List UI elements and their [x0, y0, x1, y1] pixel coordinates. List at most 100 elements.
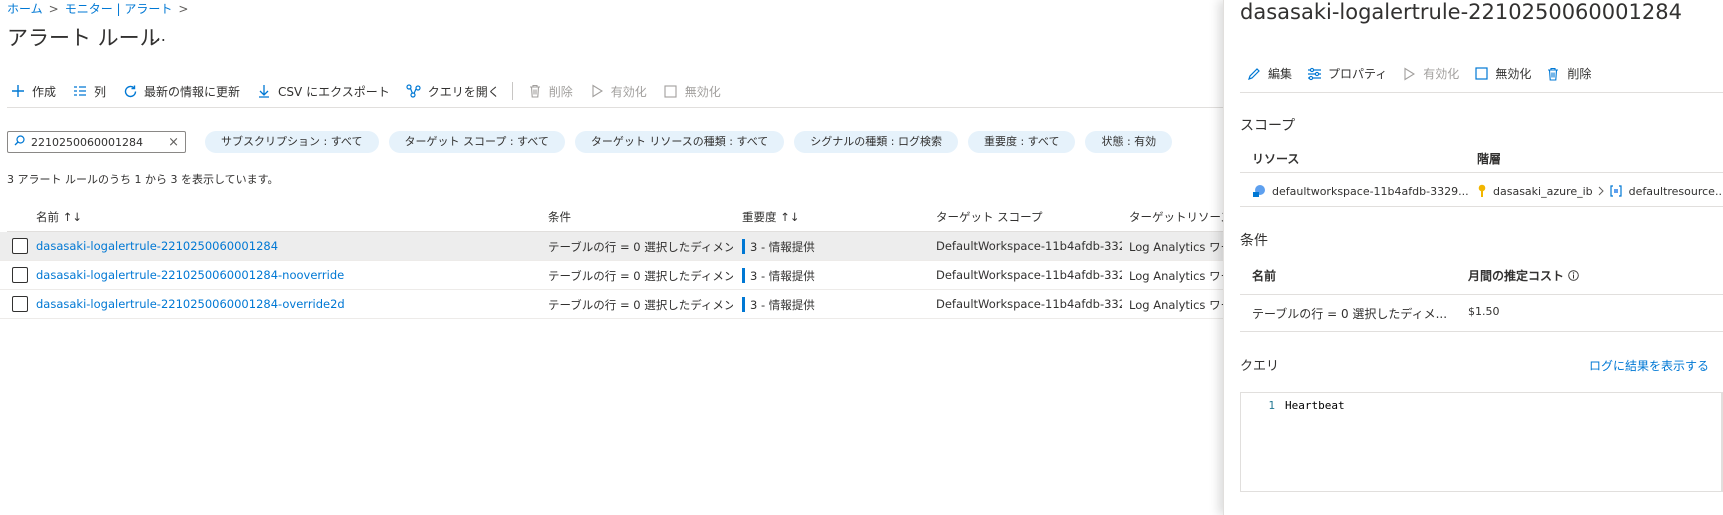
scope-hierarchy[interactable]: dasasaki_azure_ib defaultresource... — [1477, 184, 1723, 198]
scope-column-hierarchy: 階層 — [1477, 152, 1502, 166]
breadcrumb: ホーム > モニター | アラート > — [7, 0, 194, 17]
condition-column-name: 名前 — [1252, 269, 1277, 283]
play-icon — [1401, 66, 1417, 82]
rule-target-type: Log Analytics ワー — [1129, 240, 1223, 254]
column-header-condition[interactable]: 条件 — [548, 209, 571, 225]
plus-icon — [10, 83, 26, 99]
scope-section-label: スコープ — [1240, 118, 1296, 134]
delete-button[interactable]: 削除 — [527, 83, 573, 100]
breadcrumb-separator: > — [178, 2, 189, 16]
table-row[interactable]: dasasaki-logalertrule-2210250060001284 テ… — [0, 232, 1223, 261]
export-csv-button[interactable]: CSV にエクスポート — [256, 83, 390, 100]
hierarchy-subscription: dasasaki_azure_ib — [1493, 184, 1593, 198]
stop-icon — [663, 83, 679, 99]
panel-enable-button[interactable]: 有効化 — [1401, 65, 1459, 82]
panel-enable-label: 有効化 — [1423, 67, 1460, 81]
panel-delete-button[interactable]: 削除 — [1545, 65, 1591, 82]
rule-name-link[interactable]: dasasaki-logalertrule-2210250060001284-n… — [36, 268, 344, 282]
edit-button[interactable]: 編集 — [1246, 65, 1292, 82]
query-editor[interactable]: 1 Heartbeat — [1240, 392, 1723, 492]
panel-delete-label: 削除 — [1567, 67, 1592, 81]
create-button[interactable]: 作成 — [10, 83, 56, 100]
condition-cost: $1.50 — [1468, 305, 1500, 318]
alert-rules-blade: ホーム > モニター | アラート > アラート ルール … 作成 列 最新の情報に更… — [0, 0, 1243, 515]
table-row[interactable]: dasasaki-logalertrule-2210250060001284-o… — [0, 290, 1223, 319]
rule-severity: 3 - 情報提供 — [742, 297, 815, 313]
properties-label: プロパティ — [1328, 67, 1388, 81]
table-row[interactable]: dasasaki-logalertrule-2210250060001284-n… — [0, 261, 1223, 290]
row-checkbox[interactable] — [12, 296, 28, 312]
table-header: 名前 ↑↓ 条件 重要度 ↑↓ ターゲット スコープ ターゲットリソースの — [0, 204, 1243, 232]
pencil-icon — [1246, 66, 1262, 82]
condition-column-cost: 月間の推定コスト — [1468, 267, 1579, 284]
disable-label: 無効化 — [684, 84, 721, 99]
filter-subscription[interactable]: サブスクリプション : すべて — [205, 131, 379, 153]
filter-status[interactable]: 状態 : 有効 — [1085, 131, 1173, 153]
search-icon — [14, 135, 25, 149]
export-csv-label: CSV にエクスポート — [278, 84, 390, 99]
rule-condition: テーブルの行 = 0 選択したディメンショ... — [548, 269, 733, 283]
severity-label: 3 - 情報提供 — [750, 298, 815, 312]
breadcrumb-monitor-alerts[interactable]: モニター | アラート — [65, 0, 173, 17]
filter-target-resource-type[interactable]: ターゲット リソースの種類 : すべて — [574, 131, 785, 153]
disable-button[interactable]: 無効化 — [663, 83, 721, 100]
alert-rules-table: 名前 ↑↓ 条件 重要度 ↑↓ ターゲット スコープ ターゲットリソースの da… — [0, 204, 1243, 319]
columns-button[interactable]: 列 — [72, 83, 106, 100]
severity-label: 3 - 情報提供 — [750, 240, 815, 254]
rule-severity: 3 - 情報提供 — [742, 268, 815, 284]
severity-bar — [742, 239, 745, 254]
stop-icon — [1473, 66, 1489, 82]
scope-resource[interactable]: defaultworkspace-11b4afdb-3329... — [1252, 184, 1469, 198]
chevron-right-icon — [1598, 186, 1604, 196]
create-label: 作成 — [32, 84, 57, 99]
filter-signal-type[interactable]: シグナルの種類 : ログ検索 — [794, 131, 958, 153]
rule-target-type: Log Analytics ワー — [1129, 269, 1223, 283]
open-query-button[interactable]: クエリを開く — [406, 83, 500, 100]
info-icon[interactable] — [1568, 270, 1579, 281]
more-options-button[interactable]: … — [150, 26, 167, 45]
filter-pills: サブスクリプション : すべて ターゲット スコープ : すべて ターゲット リ… — [205, 131, 1182, 153]
rule-details-panel: dasasaki-logalertrule-2210250060001284 編… — [1223, 0, 1723, 515]
search-input[interactable]: 2210250060001284 × — [7, 131, 186, 153]
column-header-severity[interactable]: 重要度 ↑↓ — [742, 209, 799, 225]
filter-severity[interactable]: 重要度 : すべて — [967, 131, 1076, 153]
columns-label: 列 — [94, 84, 107, 99]
delete-label: 削除 — [548, 84, 573, 99]
query-icon — [406, 83, 422, 99]
panel-disable-label: 無効化 — [1495, 67, 1532, 81]
rule-target-type: Log Analytics ワー — [1129, 298, 1223, 312]
column-header-target-scope[interactable]: ターゲット スコープ — [936, 209, 1042, 225]
command-bar: 作成 列 最新の情報に更新 CSV にエクスポート クエリを開く 削除 有効化 — [10, 80, 737, 102]
properties-button[interactable]: プロパティ — [1306, 65, 1387, 82]
refresh-icon — [122, 83, 138, 99]
page-title: アラート ルール — [7, 26, 161, 50]
panel-title: dasasaki-logalertrule-2210250060001284 — [1240, 0, 1682, 24]
severity-bar — [742, 297, 745, 312]
query-code: Heartbeat — [1285, 399, 1345, 412]
condition-column-cost-label: 月間の推定コスト — [1468, 269, 1565, 283]
refresh-button[interactable]: 最新の情報に更新 — [122, 83, 240, 100]
result-count: 3 アラート ルールのうち 1 から 3 を表示しています。 — [7, 173, 279, 186]
row-checkbox[interactable] — [12, 238, 28, 254]
rule-condition: テーブルの行 = 0 選択したディメンショ... — [548, 240, 733, 254]
search-value: 2210250060001284 — [31, 135, 143, 149]
enable-button[interactable]: 有効化 — [589, 83, 647, 100]
breadcrumb-home[interactable]: ホーム — [7, 0, 43, 17]
download-icon — [256, 83, 272, 99]
column-header-name[interactable]: 名前 ↑↓ — [36, 209, 82, 225]
rule-name-link[interactable]: dasasaki-logalertrule-2210250060001284 — [36, 239, 278, 253]
panel-command-bar: 編集 プロパティ 有効化 無効化 削除 — [1246, 65, 1605, 82]
filter-target-scope[interactable]: ターゲット スコープ : すべて — [388, 131, 565, 153]
view-results-in-logs-link[interactable]: ログに結果を表示する — [1589, 357, 1709, 374]
play-icon — [589, 83, 605, 99]
refresh-label: 最新の情報に更新 — [144, 84, 241, 99]
rule-condition: テーブルの行 = 0 選択したディメンショ... — [548, 298, 733, 312]
key-icon — [1477, 184, 1487, 198]
open-query-label: クエリを開く — [427, 84, 500, 99]
rule-name-link[interactable]: dasasaki-logalertrule-2210250060001284-o… — [36, 297, 345, 311]
toolbar-divider-line — [7, 107, 1223, 108]
condition-name: テーブルの行 = 0 選択したディメ... — [1252, 307, 1448, 321]
clear-search-icon[interactable]: × — [168, 135, 179, 150]
row-checkbox[interactable] — [12, 267, 28, 283]
panel-disable-button[interactable]: 無効化 — [1473, 65, 1531, 82]
